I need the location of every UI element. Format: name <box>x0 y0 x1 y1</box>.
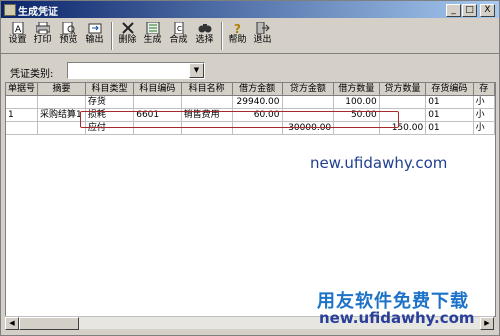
col-header[interactable]: 科目名称 <box>181 83 233 96</box>
generate-button[interactable]: 生成 <box>141 21 164 51</box>
cell-debit-amount[interactable]: 29940.00 <box>232 95 283 109</box>
voucher-type-select[interactable]: ▼ <box>67 62 205 79</box>
export-icon <box>88 23 101 34</box>
scroll-left-icon[interactable]: ◀ <box>5 317 19 330</box>
col-header[interactable]: 科目编码 <box>133 83 182 96</box>
cell-extra[interactable]: 小 <box>473 108 495 122</box>
cell-summary[interactable] <box>37 121 86 135</box>
exit-button[interactable]: 退出 <box>251 21 274 51</box>
delete-button[interactable]: 删除 <box>116 21 139 51</box>
grid-header: 单据号 摘要 科目类型 科目编码 科目名称 借方金额 贷方金额 借方数量 贷方数… <box>6 83 495 96</box>
title-bar: 生成凭证 _ □ X <box>1 1 499 18</box>
col-header[interactable]: 贷方数量 <box>379 83 427 96</box>
cell-doc-no[interactable] <box>6 95 39 109</box>
watermark-logo-url: new.ufidawhy.com <box>319 309 475 327</box>
select-button[interactable]: 选择 <box>193 21 216 51</box>
cell-subject-type[interactable]: 存货 <box>85 95 135 109</box>
col-header[interactable]: 存货编码 <box>425 83 474 96</box>
col-header[interactable]: 单据号 <box>6 83 39 96</box>
cell-subject-code[interactable] <box>133 95 182 109</box>
col-header[interactable]: 科目类型 <box>85 83 135 96</box>
exit-icon <box>256 22 270 34</box>
select-icon <box>198 24 211 33</box>
col-header[interactable]: 借方金额 <box>232 83 283 96</box>
col-header[interactable]: 摘要 <box>37 83 86 96</box>
print-button[interactable]: 打印 <box>31 21 54 51</box>
cell-summary[interactable] <box>37 95 86 109</box>
merge-icon: C <box>174 22 183 34</box>
voucher-type-label: 凭证类别: <box>10 69 54 80</box>
cell-inventory-code[interactable]: 01 <box>425 108 474 122</box>
maximize-button[interactable]: □ <box>462 4 477 17</box>
help-icon: ? <box>234 22 241 34</box>
cell-doc-no[interactable]: 1 <box>6 108 39 122</box>
cell-subject-name[interactable] <box>181 95 233 109</box>
col-header[interactable]: 借方数量 <box>333 83 380 96</box>
scroll-right-icon[interactable]: ▶ <box>480 317 494 330</box>
app-icon <box>4 4 16 16</box>
print-icon <box>35 22 50 34</box>
dropdown-arrow-icon[interactable]: ▼ <box>189 63 204 78</box>
preview-icon <box>62 22 75 34</box>
cell-doc-no[interactable] <box>6 121 39 135</box>
help-button[interactable]: ? 帮助 <box>226 21 249 51</box>
table-row[interactable]: 存货 29940.00 100.00 01 小 <box>6 95 495 109</box>
cell-inventory-code[interactable]: 01 <box>425 95 474 109</box>
cell-credit-qty[interactable] <box>379 95 427 109</box>
export-button[interactable]: 输出 <box>83 21 106 51</box>
preview-button[interactable]: 预览 <box>57 21 80 51</box>
generate-icon <box>146 22 159 34</box>
col-header[interactable]: 贷方金额 <box>282 83 335 96</box>
cell-extra[interactable]: 小 <box>473 121 495 135</box>
svg-text:A: A <box>15 25 22 34</box>
settings-icon: A <box>12 22 23 34</box>
cell-inventory-code[interactable]: 01 <box>425 121 474 135</box>
row-highlight-annotation <box>80 111 399 128</box>
settings-button[interactable]: A 设置 <box>6 21 29 51</box>
toolbar: A 设置 打印 预览 输出 删除 生成 C 合成 选择 ? 帮助 退出 <box>1 19 499 54</box>
voucher-generation-window: 生成凭证 _ □ X A 设置 打印 预览 输出 删除 生成 C 合成 选择 ?… <box>0 0 500 336</box>
scroll-thumb[interactable] <box>19 317 79 330</box>
delete-icon <box>121 22 134 34</box>
minimize-button[interactable]: _ <box>446 4 461 17</box>
cell-extra[interactable]: 小 <box>473 95 495 109</box>
col-header[interactable]: 存 <box>473 83 495 96</box>
window-title: 生成凭证 <box>18 7 58 18</box>
cell-debit-qty[interactable]: 100.00 <box>333 95 380 109</box>
cell-credit-amount[interactable] <box>282 95 335 109</box>
close-button[interactable]: X <box>480 4 495 17</box>
merge-button[interactable]: C 合成 <box>167 21 190 51</box>
watermark-url: new.ufidawhy.com <box>310 154 448 172</box>
svg-text:C: C <box>177 25 182 33</box>
svg-text:?: ? <box>234 22 241 34</box>
cell-summary[interactable]: 采购结算1 <box>37 108 86 122</box>
